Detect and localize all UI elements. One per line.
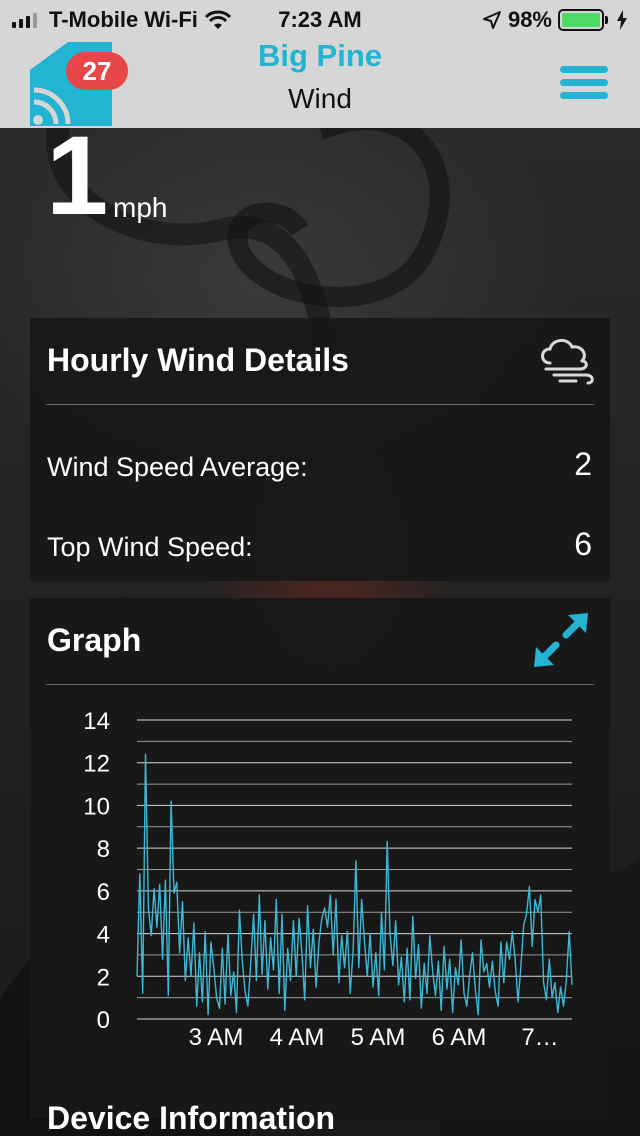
x-tick-label: 7… (521, 1024, 558, 1051)
hourly-card-title: Hourly Wind Details (47, 342, 349, 378)
page-subtitle: Wind (288, 83, 352, 114)
battery-icon (558, 9, 608, 31)
hamburger-menu-icon[interactable] (560, 66, 608, 104)
current-wind-value: 1 (46, 113, 109, 238)
card-divider (46, 404, 594, 405)
y-tick-label: 2 (97, 964, 110, 991)
avg-speed-label: Wind Speed Average: (47, 452, 308, 482)
wind-graph[interactable]: 0 2 4 6 8 10 12 14 3 AM 4 AM 5 AM 6 AM 7… (30, 598, 610, 1068)
status-bar: T-Mobile Wi-Fi 7:23 AM 98% (0, 0, 640, 40)
top-speed-value: 6 (574, 526, 592, 562)
y-tick-label: 8 (97, 836, 110, 863)
status-right: 98% (482, 7, 628, 33)
device-info-title: Device Information (47, 1100, 336, 1136)
battery-percent: 98% (507, 7, 552, 32)
location-arrow-icon (482, 11, 501, 29)
hourly-wind-card: Hourly Wind Details Wind Speed Average: … (30, 318, 610, 581)
wind-speed-series-line (136, 753, 573, 1016)
x-tick-label: 6 AM (432, 1024, 487, 1051)
x-tick-label: 5 AM (351, 1024, 406, 1051)
station-title[interactable]: Big Pine (0, 38, 640, 74)
x-tick-label: 4 AM (270, 1024, 325, 1051)
avg-speed-value: 2 (574, 446, 592, 482)
y-tick-label: 14 (83, 708, 110, 735)
cloud-wind-icon (541, 339, 594, 385)
current-wind-unit: mph (113, 192, 168, 223)
top-speed-label: Top Wind Speed: (47, 532, 253, 562)
y-tick-label: 10 (83, 793, 110, 820)
y-tick-label: 12 (83, 751, 110, 778)
y-tick-label: 4 (97, 922, 110, 949)
graph-card: Graph 0 2 4 6 8 10 12 14 3 AM 4 AM 5 AM 6 AM 7… (30, 598, 610, 1118)
y-tick-label: 0 (97, 1007, 110, 1034)
x-tick-label: 3 AM (189, 1024, 244, 1051)
y-tick-label: 6 (97, 879, 110, 906)
charging-bolt-icon (617, 10, 627, 30)
